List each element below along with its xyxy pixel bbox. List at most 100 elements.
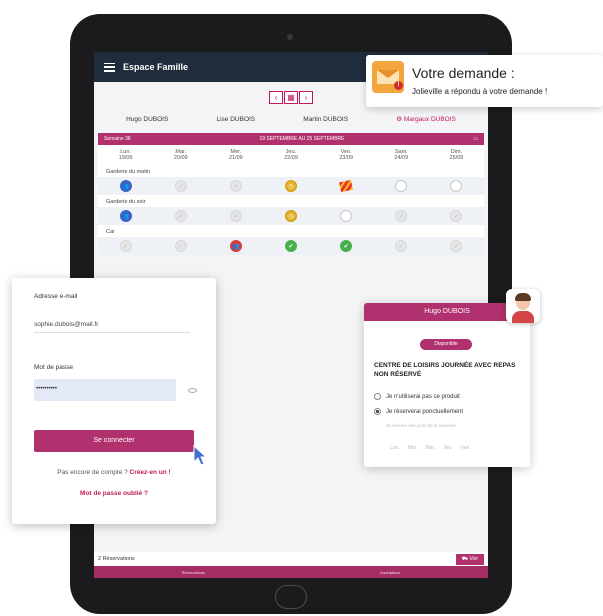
schedule-cell[interactable]: ◷ (263, 180, 318, 192)
weekday-option[interactable]: Lun. (390, 445, 400, 451)
option-no-use-label: Je n'utiliserai pas ce produit (386, 393, 460, 400)
bottom-nav: Réservations Inscriptions (94, 566, 488, 578)
schedule-cell[interactable] (319, 210, 374, 222)
password-field[interactable]: •••••••••• (34, 379, 176, 401)
next-week-button[interactable]: › (299, 90, 313, 104)
unavailable-icon: ✓ (450, 240, 463, 252)
reserved-icon: 👥 (119, 210, 132, 222)
voir-button[interactable]: ⛟ Voir (455, 553, 484, 565)
schedule-cell[interactable]: ✓ (429, 210, 484, 222)
password-value: •••••••••• (36, 386, 58, 392)
reserved-icon: 👥 (119, 180, 132, 192)
child-tab-hugo[interactable]: Hugo DUBOIS (126, 116, 168, 123)
schedule-cell[interactable] (429, 180, 484, 192)
forgot-password-link[interactable]: Mot de passe oublié ? (12, 490, 216, 497)
pointer-cursor-icon (193, 444, 208, 466)
eye-icon[interactable] (188, 388, 197, 393)
unavailable-icon: ✓ (395, 210, 408, 222)
schedule-cell[interactable]: ✓ (208, 180, 263, 192)
child-tab-martin[interactable]: Martin DUBOIS (303, 116, 348, 123)
weekday-picker: Lun. Mar. Mer. Jeu. Ven. (390, 445, 471, 451)
week-number: Semaine 38 (104, 136, 131, 142)
print-icon[interactable]: ▭ (473, 136, 478, 142)
schedule-cell[interactable]: ✓ (98, 240, 153, 252)
schedule-cell[interactable]: ✔ (263, 240, 318, 252)
product-option-card: Hugo DUBOIS Disponible CENTRE DE LOISIRS… (364, 289, 540, 467)
schedule-cell[interactable]: ◷ (263, 210, 318, 222)
email-underline (34, 332, 190, 333)
nav-reservations[interactable]: Réservations (182, 570, 205, 575)
day-header: Mar. 20/09 (173, 149, 188, 161)
schedule-cell[interactable]: ✓ (153, 180, 208, 192)
unavailable-icon: ✓ (174, 180, 187, 192)
child-tab-lise[interactable]: Lise DUBOIS (216, 116, 255, 123)
unavailable-icon: ✓ (119, 240, 132, 252)
child-tab-margaux-label: Margaux DUBOIS (403, 116, 456, 123)
signup-line: Pas encore de compte ? Créez-en un ! (12, 469, 216, 476)
child-tab-margaux[interactable]: ⚙ Margaux DUBOIS (396, 115, 456, 123)
day-header: Mer. 21/09 (228, 149, 243, 161)
voir-label: Voir (469, 555, 478, 562)
schedule-cell[interactable]: 👥 (208, 240, 263, 252)
pending-icon: ◷ (284, 180, 297, 192)
option-no-use[interactable]: Je n'utiliserai pas ce produit (374, 393, 460, 400)
schedule-cell[interactable] (319, 179, 374, 193)
weekday-option[interactable]: Mer. (425, 445, 435, 451)
login-button[interactable]: Se connecter (34, 430, 194, 452)
schedule-cell[interactable]: ✓ (374, 240, 429, 252)
reservations-bar: 2 Réservations ⛟ Voir (94, 552, 488, 566)
schedule-cell[interactable]: ✓ (153, 240, 208, 252)
holiday-flag-icon (339, 179, 354, 193)
schedule-row: 👥 ✓ ✓ ◷ ✓ ✓ (98, 207, 484, 225)
schedule-cell[interactable]: ✔ (319, 240, 374, 252)
menu-icon[interactable] (104, 62, 115, 72)
refused-icon: 👥 (229, 240, 242, 252)
empty-slot-icon (340, 210, 353, 222)
validated-icon: ✔ (340, 240, 353, 252)
unavailable-icon: ✓ (450, 210, 463, 222)
schedule-cell[interactable]: ✓ (429, 240, 484, 252)
envelope-icon: ! (372, 61, 404, 93)
home-button[interactable] (275, 585, 307, 609)
email-field[interactable]: sophie.dubois@mail.fr (34, 321, 98, 328)
availability-badge: Disponible (420, 339, 472, 350)
schedule-cell[interactable]: ✓ (208, 210, 263, 222)
alert-badge: ! (394, 81, 403, 90)
schedule-row: ✓ ✓ 👥 ✔ ✔ ✓ ✓ (98, 237, 484, 255)
create-account-link[interactable]: Créez-en un ! (130, 469, 171, 476)
reservations-count: 2 Réservations (98, 556, 135, 562)
prev-week-button[interactable]: ‹ (269, 90, 283, 104)
unavailable-icon: ✓ (174, 240, 187, 252)
weekly-option-note: Je réserve des jours de la semaine (386, 423, 456, 428)
empty-slot-icon (395, 180, 408, 192)
schedule-cell[interactable]: ✓ (374, 210, 429, 222)
unavailable-icon: ✓ (229, 210, 242, 222)
schedule-row: 👥 ✓ ✓ ◷ (98, 177, 484, 195)
day-header: Dim. 25/09 (449, 149, 464, 161)
radio-selected-icon (374, 408, 381, 415)
section-label: Garderie du matin (98, 165, 484, 177)
product-title: CENTRE DE LOISIRS JOURNÉE AVEC REPAS NON… (374, 362, 516, 378)
day-header: Jeu. 22/09 (284, 149, 298, 161)
pending-icon: ◷ (284, 210, 297, 222)
section-label: Garderie du soir (98, 195, 484, 207)
gear-icon: ⚙ (396, 116, 404, 123)
notification-card[interactable]: ! Votre demande : Jolieville a répondu à… (366, 55, 603, 107)
weekday-option[interactable]: Mar. (408, 445, 418, 451)
weekday-option[interactable]: Jeu. (443, 445, 452, 451)
calendar-icon[interactable]: ▦ (284, 90, 298, 104)
schedule-cell[interactable] (374, 180, 429, 192)
schedule-cell[interactable]: 👥 (98, 210, 153, 222)
week-range: 19 SEPTEMBRE AU 25 SEPTEMBRE (259, 136, 345, 142)
avatar (506, 289, 540, 323)
validated-icon: ✔ (284, 240, 297, 252)
schedule-cell[interactable]: 👥 (98, 180, 153, 192)
day-header: Lun. 19/09 (118, 149, 133, 161)
weekday-option[interactable]: Ven. (461, 445, 471, 451)
children-tabs: Hugo DUBOIS Lise DUBOIS Martin DUBOIS ⚙ … (94, 108, 488, 130)
days-header: Lun. 19/09 Mar. 20/09 Mer. 21/09 Jeu. 22/09 … (98, 145, 484, 165)
option-occasional[interactable]: Je réserverai ponctuellement (374, 408, 463, 415)
nav-inscriptions[interactable]: Inscriptions (380, 570, 400, 575)
camera-dot (287, 34, 293, 40)
schedule-cell[interactable]: ✓ (153, 210, 208, 222)
